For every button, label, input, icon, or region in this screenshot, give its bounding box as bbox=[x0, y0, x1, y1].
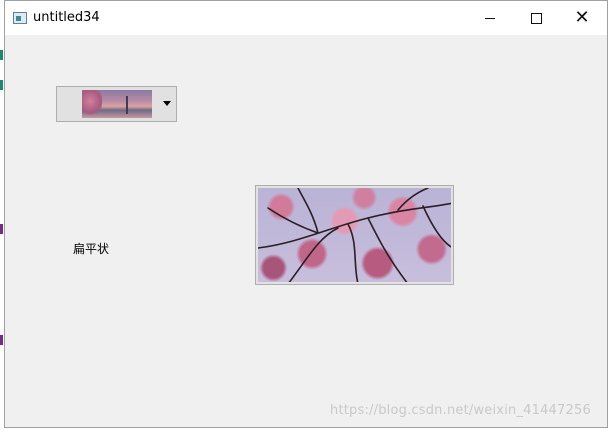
maximize-button[interactable] bbox=[513, 1, 559, 35]
edge-mark bbox=[0, 50, 3, 60]
dropdown-arrow-icon[interactable] bbox=[163, 101, 171, 106]
watermark-text: https://blog.csdn.net/weixin_41447256 bbox=[330, 403, 591, 418]
maximize-icon bbox=[530, 12, 542, 24]
minimize-button[interactable] bbox=[467, 1, 513, 35]
window-title: untitled34 bbox=[33, 10, 100, 25]
close-button[interactable]: ✕ bbox=[559, 1, 605, 35]
edge-mark bbox=[0, 224, 3, 234]
landscape-thumbnail-icon bbox=[82, 90, 152, 118]
flat-image-button[interactable] bbox=[255, 185, 454, 285]
app-window-icon bbox=[13, 12, 27, 24]
edge-mark bbox=[0, 80, 3, 90]
edge-mark bbox=[0, 335, 3, 345]
flat-style-label: 扁平状 bbox=[73, 242, 110, 256]
image-combo-box[interactable] bbox=[56, 86, 177, 122]
title-bar[interactable]: untitled34 ✕ bbox=[5, 1, 607, 35]
main-window: untitled34 ✕ 扁平状 bbox=[4, 0, 608, 428]
minimize-icon bbox=[485, 17, 495, 19]
close-icon: ✕ bbox=[574, 7, 590, 28]
cherry-blossom-image-icon bbox=[258, 188, 451, 282]
